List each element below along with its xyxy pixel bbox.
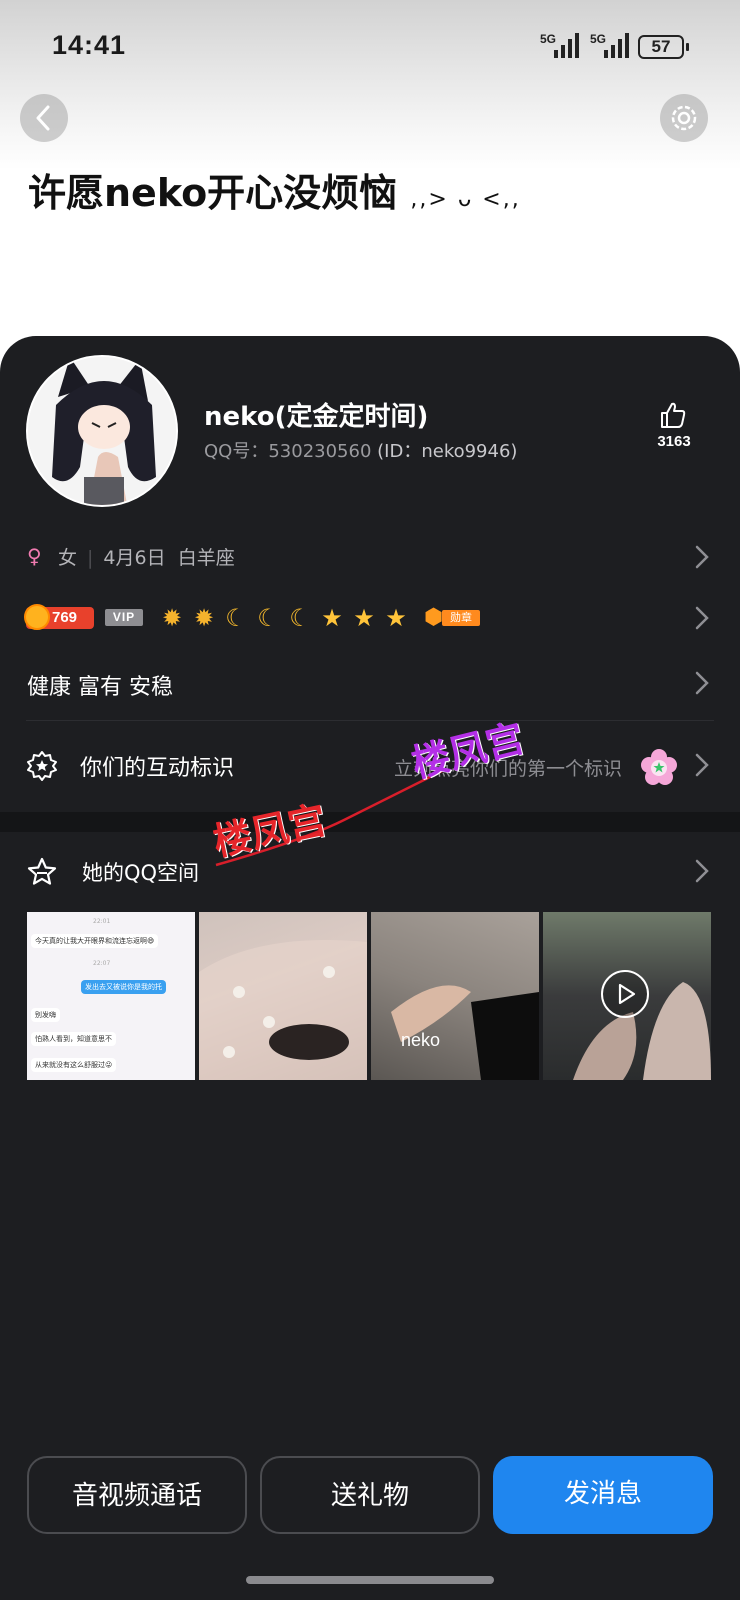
star-icon: ★ bbox=[385, 604, 407, 632]
star-outline-icon bbox=[27, 857, 57, 885]
basic-info-row[interactable]: ♀ 女 | 4月6日 白羊座 bbox=[0, 540, 740, 574]
badge-star-icon bbox=[27, 751, 57, 781]
qzone-photo-4-video[interactable] bbox=[543, 912, 711, 1080]
wish-row[interactable]: 健康 富有 安稳 bbox=[0, 668, 740, 702]
status-bar: 14:41 5G 5G 57 bbox=[0, 0, 740, 95]
chevron-right-icon bbox=[695, 753, 709, 777]
qzone-label: 她的QQ空间 bbox=[82, 861, 200, 885]
qq-number: QQ号：530230560 (ID：neko9946) bbox=[204, 441, 518, 462]
chevron-right-icon bbox=[695, 545, 709, 569]
thumbs-up-icon[interactable] bbox=[658, 400, 688, 430]
avatar-image bbox=[28, 357, 176, 505]
interaction-label: 你们的互动标识 bbox=[80, 756, 235, 781]
medal-badge: ⬢ 勋章 bbox=[424, 606, 482, 630]
sun-icon: ✹ bbox=[161, 604, 183, 632]
chevron-right-icon bbox=[695, 606, 709, 630]
vip-badge: VIP bbox=[105, 609, 143, 626]
home-indicator[interactable] bbox=[246, 1576, 494, 1584]
qq-level-icons: ✹ ✹ ☾ ☾ ☾ ★ ★ ★ bbox=[156, 604, 412, 632]
chevron-left-icon bbox=[36, 105, 50, 131]
moon-icon: ☾ bbox=[289, 604, 311, 632]
star-icon: ★ bbox=[353, 604, 375, 632]
flower-icon bbox=[641, 749, 677, 785]
gear-icon bbox=[671, 105, 697, 131]
signature-emoticon: ,,> ᴗ <,, bbox=[410, 187, 521, 212]
settings-button[interactable] bbox=[660, 94, 708, 142]
chevron-right-icon bbox=[695, 671, 709, 695]
nickname: neko(定金定时间) bbox=[204, 402, 429, 432]
action-bar: 音视频通话 送礼物 发消息 bbox=[0, 1456, 740, 1536]
avatar[interactable] bbox=[26, 355, 178, 507]
wish-text: 健康 富有 安稳 bbox=[27, 675, 173, 700]
signature-text: 许愿neko开心没烦恼 bbox=[28, 171, 398, 215]
av-call-button[interactable]: 音视频通话 bbox=[27, 1456, 247, 1534]
like-count: 3163 bbox=[657, 433, 691, 450]
back-button[interactable] bbox=[20, 94, 68, 142]
qzone-photo-3[interactable]: neko bbox=[371, 912, 539, 1080]
female-icon: ♀ bbox=[27, 544, 42, 568]
play-icon bbox=[618, 983, 636, 1005]
signal-sim2-icon: 5G bbox=[590, 32, 640, 60]
level-badges-row[interactable]: 769 VIP ✹ ✹ ☾ ☾ ☾ ★ ★ ★ ⬢ 勋章 bbox=[0, 604, 740, 636]
coin-icon bbox=[24, 604, 50, 630]
moon-icon: ☾ bbox=[257, 604, 279, 632]
qzone-photo-2[interactable] bbox=[199, 912, 367, 1080]
divider bbox=[26, 720, 714, 721]
basic-info-text: 女 | 4月6日 白羊座 bbox=[58, 547, 235, 569]
signal-sim1-icon: 5G bbox=[540, 32, 590, 60]
play-button[interactable] bbox=[601, 970, 649, 1018]
qzone-photos: 22:01 今天真的让我大开眼界和流连忘返啊😄 22:07 发出去又被说你是我的… bbox=[27, 912, 715, 1080]
status-time: 14:41 bbox=[52, 30, 127, 60]
qzone-photo-1[interactable]: 22:01 今天真的让我大开眼界和流连忘返啊😄 22:07 发出去又被说你是我的… bbox=[27, 912, 195, 1080]
level-badge: 769 bbox=[24, 604, 94, 630]
sun-icon: ✹ bbox=[193, 604, 215, 632]
photo-watermark: neko bbox=[401, 1030, 441, 1050]
moon-icon: ☾ bbox=[225, 604, 247, 632]
chevron-right-icon bbox=[695, 859, 709, 883]
battery-icon: 57 bbox=[638, 35, 689, 59]
send-gift-button[interactable]: 送礼物 bbox=[260, 1456, 480, 1534]
star-icon: ★ bbox=[321, 604, 343, 632]
send-message-button[interactable]: 发消息 bbox=[493, 1456, 713, 1534]
personal-signature: 许愿neko开心没烦恼 ,,> ᴗ <,, bbox=[28, 162, 521, 217]
